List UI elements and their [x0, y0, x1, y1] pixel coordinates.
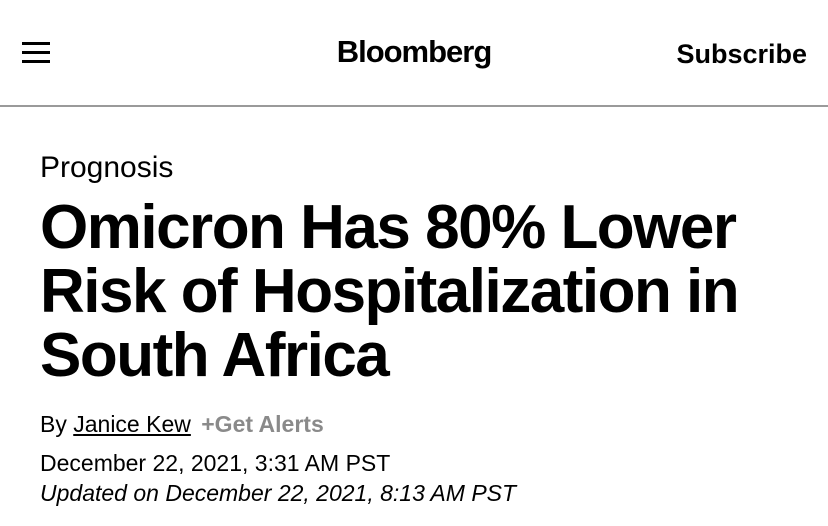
article-headline: Omicron Has 80% Lower Risk of Hospitaliz… — [40, 193, 740, 390]
author-link[interactable]: Janice Kew — [73, 411, 191, 437]
subscribe-button[interactable]: Subscribe — [676, 38, 807, 70]
section-kicker[interactable]: Prognosis — [40, 150, 173, 186]
logo-text: Bloomberg — [336, 34, 493, 69]
site-header: Bloomberg Subscribe — [0, 0, 828, 107]
byline: By Janice Kew +Get Alerts — [40, 410, 324, 438]
published-date: December 22, 2021, 3:31 AM PST — [40, 450, 391, 476]
updated-prefix: Updated on — [40, 480, 159, 506]
updated-timestamp: December 22, 2021, 8:13 AM PST — [165, 480, 517, 506]
updated-date: Updated on December 22, 2021, 8:13 AM PS… — [40, 479, 516, 507]
byline-prefix: By — [40, 411, 67, 437]
get-alerts-button[interactable]: +Get Alerts — [201, 411, 324, 437]
article-page: Bloomberg Subscribe Prognosis Omicron Ha… — [0, 0, 828, 526]
